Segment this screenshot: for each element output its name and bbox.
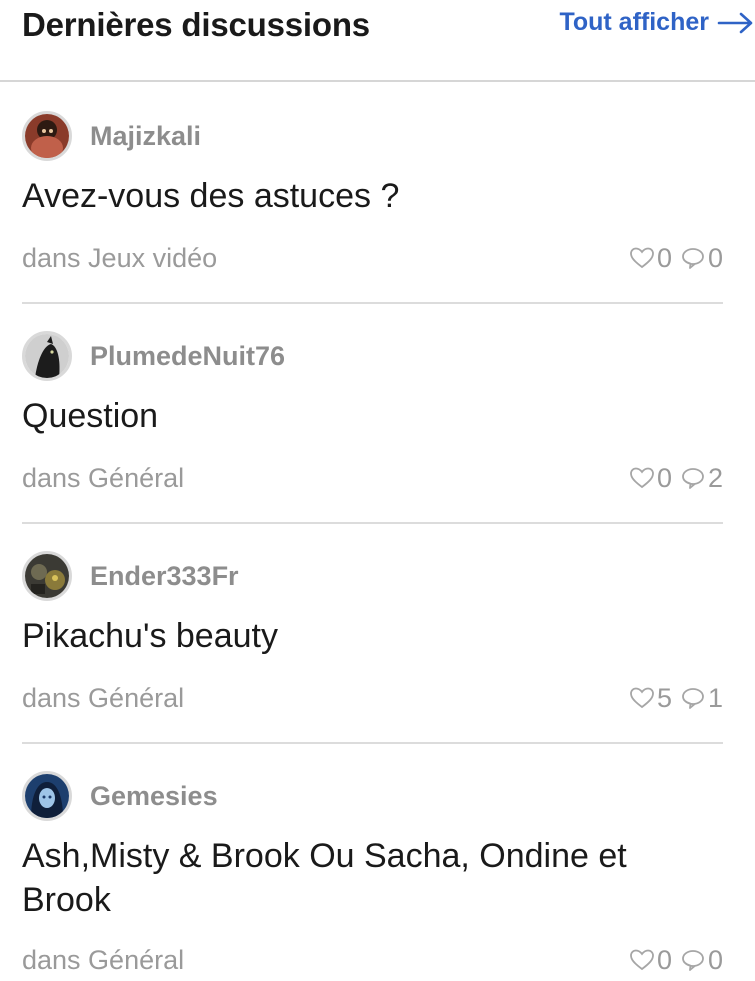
author-row: Gemesies [22, 768, 218, 824]
heart-icon [630, 467, 654, 489]
reply-stat[interactable]: 0 [680, 243, 723, 274]
widget-title: Dernières discussions [22, 6, 370, 43]
author-name[interactable]: Gemesies [90, 781, 218, 812]
like-stat[interactable]: 0 [629, 945, 672, 976]
like-count: 5 [656, 682, 672, 713]
reply-stat[interactable]: 1 [680, 683, 723, 714]
author-name[interactable]: Ender333Fr [90, 561, 239, 592]
like-stat[interactable]: 5 [629, 683, 672, 714]
discussion-stats: 0 0 [629, 243, 723, 274]
discussion-category[interactable]: dans Général [22, 945, 184, 976]
discussion-stats: 0 0 [629, 945, 723, 976]
avatar[interactable] [22, 111, 72, 161]
discussion-meta: dans Général 0 0 [22, 943, 723, 977]
like-count: 0 [656, 944, 672, 975]
author-name[interactable]: PlumedeNuit76 [90, 341, 285, 372]
reply-stat[interactable]: 2 [680, 463, 723, 494]
avatar[interactable] [22, 331, 72, 381]
like-count: 0 [656, 242, 672, 273]
discussion-title[interactable]: Pikachu's beauty [22, 614, 723, 658]
discussion-item[interactable]: PlumedeNuit76 Question dans Général 0 2 [22, 328, 723, 524]
view-all-label: Tout afficher [559, 8, 709, 36]
author-row: Majizkali [22, 108, 201, 164]
author-row: PlumedeNuit76 [22, 328, 285, 384]
like-count: 0 [656, 462, 672, 493]
heart-icon [630, 687, 654, 709]
speech-bubble-icon [682, 468, 704, 489]
reply-count: 2 [707, 462, 723, 493]
discussion-item[interactable]: Gemesies Ash,Misty & Brook Ou Sacha, Ond… [22, 768, 723, 981]
discussion-category[interactable]: dans Général [22, 683, 184, 714]
speech-bubble-icon [682, 950, 704, 971]
discussion-meta: dans Général 5 1 [22, 681, 723, 715]
view-all-link[interactable]: Tout afficher [559, 8, 755, 37]
discussion-stats: 5 1 [629, 683, 723, 714]
discussion-title[interactable]: Avez-vous des astuces ? [22, 174, 723, 218]
reply-stat[interactable]: 0 [680, 945, 723, 976]
discussion-meta: dans Jeux vidéo 0 0 [22, 241, 723, 275]
speech-bubble-icon [682, 248, 704, 269]
discussion-title[interactable]: Question [22, 394, 723, 438]
like-stat[interactable]: 0 [629, 243, 672, 274]
widget-header: Dernières discussions Tout afficher [0, 0, 755, 82]
speech-bubble-icon [682, 688, 704, 709]
discussion-title[interactable]: Ash,Misty & Brook Ou Sacha, Ondine et Br… [22, 834, 723, 922]
avatar[interactable] [22, 551, 72, 601]
avatar[interactable] [22, 771, 72, 821]
discussion-meta: dans Général 0 2 [22, 461, 723, 495]
author-row: Ender333Fr [22, 548, 239, 604]
discussion-category[interactable]: dans Général [22, 463, 184, 494]
reply-count: 1 [707, 682, 723, 713]
reply-count: 0 [707, 242, 723, 273]
arrow-right-icon [717, 12, 753, 33]
reply-count: 0 [707, 944, 723, 975]
heart-icon [630, 949, 654, 971]
discussion-item[interactable]: Ender333Fr Pikachu's beauty dans Général… [22, 548, 723, 744]
discussions-widget: Dernières discussions Tout afficher Maji… [0, 0, 755, 981]
author-name[interactable]: Majizkali [90, 121, 201, 152]
heart-icon [630, 247, 654, 269]
discussion-category[interactable]: dans Jeux vidéo [22, 243, 217, 274]
discussion-stats: 0 2 [629, 463, 723, 494]
like-stat[interactable]: 0 [629, 463, 672, 494]
discussion-item[interactable]: Majizkali Avez-vous des astuces ? dans J… [22, 108, 723, 304]
